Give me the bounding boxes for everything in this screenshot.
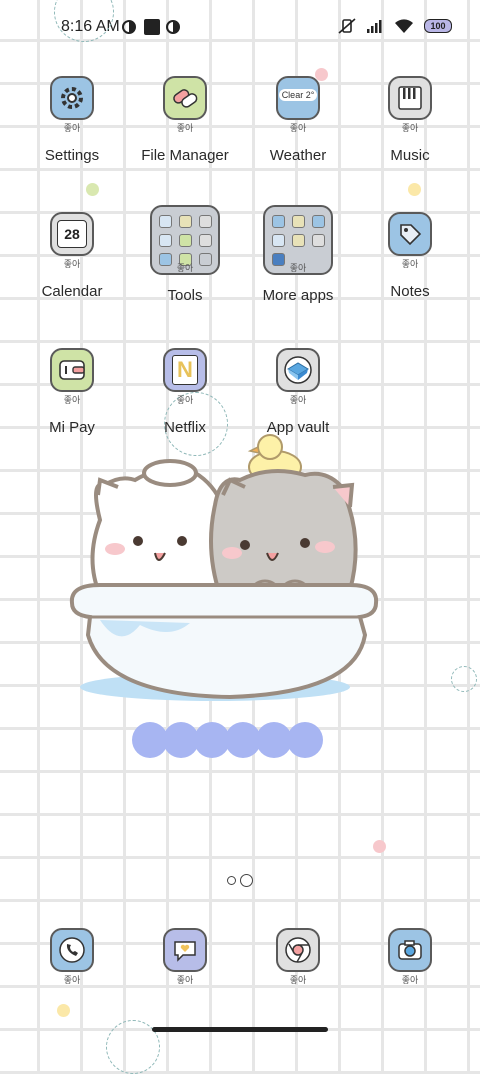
icon-badge: 좋아 <box>63 975 81 985</box>
dashed-circle-decoration <box>451 666 477 692</box>
icon-badge: 좋아 <box>63 395 81 405</box>
app-notes[interactable]: 좋아 Notes <box>350 212 470 300</box>
icon-badge: 좋아 <box>176 263 194 273</box>
dot-decoration <box>57 1004 70 1017</box>
folder-more-apps[interactable]: 좋아 More apps <box>238 205 358 304</box>
notification-icon <box>122 20 136 34</box>
app-label: File Manager <box>141 147 229 164</box>
icon-badge: 좋아 <box>289 395 307 405</box>
app-weather[interactable]: Clear 2° 좋아 Weather <box>238 76 358 164</box>
app-mi-pay[interactable]: 좋아 Mi Pay <box>12 348 132 436</box>
bubbles-decoration <box>132 722 323 758</box>
app-settings[interactable]: 좋아 Settings <box>12 76 132 164</box>
netflix-letter: N <box>172 355 198 385</box>
status-indicators: 100 <box>338 18 452 34</box>
folder-tools[interactable]: 좋아 Tools <box>125 205 245 304</box>
app-label: More apps <box>262 287 334 304</box>
tag-icon <box>388 212 432 256</box>
app-netflix[interactable]: N 좋아 Netflix <box>125 348 245 436</box>
icon-badge: 좋아 <box>401 259 419 269</box>
icon-badge: 좋아 <box>401 123 419 133</box>
camera-icon <box>388 928 432 972</box>
notification-icon <box>166 20 180 34</box>
battery-icon: 100 <box>424 19 452 33</box>
icon-badge: 좋아 <box>176 395 194 405</box>
calendar-date: 28 <box>57 220 87 248</box>
icon-badge: 좋아 <box>289 975 307 985</box>
app-vault[interactable]: 좋아 App vault <box>238 348 358 436</box>
cloud-icon: Clear 2° <box>276 76 320 120</box>
app-label: Music <box>390 147 430 164</box>
phone-icon <box>50 928 94 972</box>
pills-icon <box>163 76 207 120</box>
app-label: Weather <box>269 147 327 164</box>
netflix-icon: N <box>163 348 207 392</box>
signal-icon <box>367 20 382 33</box>
app-file-manager[interactable]: 좋아 File Manager <box>125 76 245 164</box>
wallet-icon <box>50 348 94 392</box>
app-calendar[interactable]: 28 좋아 Calendar <box>12 212 132 300</box>
icon-badge: 좋아 <box>176 123 194 133</box>
cats-in-bathtub-illustration <box>69 434 379 701</box>
vibrate-icon <box>338 18 356 34</box>
icon-badge: 좋아 <box>401 975 419 985</box>
calendar-icon: 28 <box>50 212 94 256</box>
icon-badge: 좋아 <box>289 263 307 273</box>
cube-icon <box>276 348 320 392</box>
page-dot-active[interactable] <box>240 874 253 887</box>
app-label: Tools <box>167 287 203 304</box>
dot-decoration <box>408 183 421 196</box>
dot-decoration <box>86 183 99 196</box>
icon-badge: 좋아 <box>63 123 81 133</box>
app-notification-icon <box>144 19 160 35</box>
page-indicator[interactable] <box>227 874 253 887</box>
folder-preview <box>272 214 325 266</box>
icon-badge: 좋아 <box>63 259 81 269</box>
dock-messages[interactable]: 좋아 <box>125 928 245 985</box>
app-music[interactable]: 좋아 Music <box>350 76 470 164</box>
icon-badge: 좋아 <box>176 975 194 985</box>
dock-phone[interactable]: 좋아 <box>12 928 132 985</box>
app-label: Calendar <box>41 283 103 300</box>
app-label: Notes <box>390 283 430 300</box>
message-icon <box>163 928 207 972</box>
piano-icon <box>388 76 432 120</box>
gesture-handle[interactable] <box>152 1027 328 1032</box>
dock-camera[interactable]: 좋아 <box>350 928 470 985</box>
wifi-icon <box>395 18 413 33</box>
page-dot[interactable] <box>227 876 236 885</box>
gear-icon <box>50 76 94 120</box>
weather-condition: Clear 2° <box>278 89 318 101</box>
browser-icon <box>276 928 320 972</box>
icon-badge: 좋아 <box>289 123 307 133</box>
dock-browser[interactable]: 좋아 <box>238 928 358 985</box>
dot-decoration <box>373 840 386 853</box>
app-label: Settings <box>44 147 100 164</box>
folder-preview <box>159 214 212 266</box>
